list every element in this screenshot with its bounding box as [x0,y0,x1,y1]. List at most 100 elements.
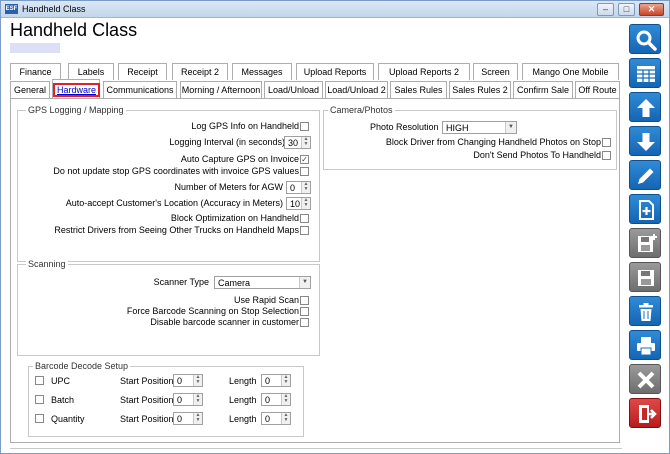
tab-messages[interactable]: Messages [232,63,292,80]
batch-length-label: Length [229,395,257,405]
scanning-groupbox: Scanning Scanner Type Camera ▼ Use Rapid … [17,259,320,356]
block-opt-checkbox[interactable] [300,214,309,223]
redacted-subtitle [10,43,60,53]
gps-legend: GPS Logging / Mapping [26,105,126,115]
tab-receipt-2[interactable]: Receipt 2 [172,63,228,80]
move-up-button[interactable] [629,92,661,122]
tab-screen[interactable]: Screen [473,63,518,80]
spinner-arrows-icon[interactable]: ▲ ▼ [193,394,202,405]
dont-send-checkbox[interactable] [602,151,611,160]
tab-receipt[interactable]: Receipt [118,63,167,80]
meters-agw-spinner[interactable]: 0 ▲ ▼ [286,181,311,194]
chevron-down-icon[interactable]: ▼ [299,277,310,288]
quantity-start-label: Start Position [120,414,174,424]
add-button[interactable] [629,194,661,224]
application-window: ESF Handheld Class – □ ✕ Handheld Class … [0,0,670,454]
tab-sales-rules-2[interactable]: Sales Rules 2 [449,81,511,98]
upc-length-spinner[interactable]: 0 ▲ ▼ [261,374,291,387]
tab-morning-afternoon[interactable]: Morning / Afternoon [180,81,262,98]
spinner-arrows-icon[interactable]: ▲ ▼ [301,137,310,148]
camera-legend: Camera/Photos [328,105,395,115]
edit-button[interactable] [629,160,661,190]
logging-interval-value: 30 [288,138,299,148]
quantity-start-spinner[interactable]: 0 ▲ ▼ [173,412,203,425]
cancel-button[interactable] [629,364,661,394]
batch-length-value: 0 [265,395,271,405]
upc-start-spinner[interactable]: 0 ▲ ▼ [173,374,203,387]
delete-button[interactable] [629,296,661,326]
upc-length-value: 0 [265,376,271,386]
save-button[interactable] [629,262,661,292]
print-button[interactable] [629,330,661,360]
save-new-button[interactable] [629,228,661,258]
tab-sales-rules[interactable]: Sales Rules [390,81,447,98]
tab-general[interactable]: General [10,81,50,98]
divider [10,448,622,449]
tab-hardware[interactable]: Hardware [52,79,101,98]
no-update-stop-checkbox[interactable] [300,167,309,176]
tab-upload-reports[interactable]: Upload Reports [296,63,374,80]
arrow-down-icon [637,133,655,151]
tab-upload-reports-2[interactable]: Upload Reports 2 [378,63,470,80]
quantity-checkbox[interactable] [35,414,44,423]
exit-button[interactable] [629,398,661,428]
auto-capture-checkbox[interactable]: ✓ [300,155,309,164]
grid-view-button[interactable] [629,58,661,88]
spinner-arrows-icon[interactable]: ▲ ▼ [301,182,310,193]
auto-accept-spinner[interactable]: 10 ▲ ▼ [286,197,311,210]
window-title: Handheld Class [22,4,86,14]
photo-resolution-value: HIGH [446,123,469,133]
search-button[interactable] [629,24,661,54]
minimize-button[interactable]: – [597,3,614,16]
tab-communications[interactable]: Communications [103,81,177,98]
chevron-down-icon[interactable]: ▼ [505,122,516,133]
upc-length-label: Length [229,376,257,386]
log-gps-label: Log GPS Info on Handheld [191,121,299,131]
spinner-arrows-icon[interactable]: ▲ ▼ [281,394,290,405]
block-driver-checkbox[interactable] [602,138,611,147]
tab-load-unload[interactable]: Load/Unload [264,81,323,98]
grid-icon [637,66,655,82]
batch-start-spinner[interactable]: 0 ▲ ▼ [173,393,203,406]
scanner-type-value: Camera [218,278,251,288]
maximize-button[interactable]: □ [618,3,635,16]
app-icon: ESF [5,4,18,14]
quantity-length-label: Length [229,414,257,424]
logging-interval-spinner[interactable]: 30 ▲ ▼ [284,136,311,149]
spinner-arrows-icon[interactable]: ▲ ▼ [193,413,202,424]
tab-finance[interactable]: Finance [10,63,61,80]
tab-confirm-sale[interactable]: Confirm Sale [513,81,573,98]
hardware-panel: GPS Logging / Mapping Log GPS Info on Ha… [10,98,620,443]
tab-off-route[interactable]: Off Route [575,81,620,98]
no-update-stop-label: Do not update stop GPS coordinates with … [53,166,299,176]
close-window-button[interactable]: ✕ [639,3,664,16]
spinner-arrows-icon[interactable]: ▲ ▼ [193,375,202,386]
photo-resolution-select[interactable]: HIGH ▼ [442,121,517,134]
auto-capture-label: Auto Capture GPS on Invoice [180,154,299,164]
disable-scanner-checkbox[interactable] [300,318,309,327]
scanner-type-label: Scanner Type [153,277,209,287]
scanner-type-select[interactable]: Camera ▼ [214,276,311,289]
batch-start-value: 0 [177,395,183,405]
pencil-icon [638,168,654,184]
log-gps-checkbox[interactable] [300,122,309,131]
gps-groupbox: GPS Logging / Mapping Log GPS Info on Ha… [17,105,320,262]
upc-checkbox[interactable] [35,376,44,385]
batch-label: Batch [51,395,75,405]
restrict-drivers-checkbox[interactable] [300,226,309,235]
spinner-arrows-icon[interactable]: ▲ ▼ [281,375,290,386]
quantity-length-spinner[interactable]: 0 ▲ ▼ [261,412,291,425]
tab-labels[interactable]: Labels [68,63,114,80]
spinner-arrows-icon[interactable]: ▲ ▼ [301,198,310,209]
move-down-button[interactable] [629,126,661,156]
batch-length-spinner[interactable]: 0 ▲ ▼ [261,393,291,406]
force-barcode-checkbox[interactable] [300,307,309,316]
block-driver-label: Block Driver from Changing Handheld Phot… [385,137,601,147]
spinner-arrows-icon[interactable]: ▲ ▼ [281,413,290,424]
meters-agw-value: 0 [290,183,296,193]
batch-checkbox[interactable] [35,395,44,404]
camera-groupbox: Camera/Photos Photo Resolution HIGH ▼ Blo… [323,105,617,170]
tab-load-unload-2[interactable]: Load/Unload 2 [325,81,388,98]
rapid-scan-checkbox[interactable] [300,296,309,305]
tab-mango-one-mobile[interactable]: Mango One Mobile [522,63,619,80]
